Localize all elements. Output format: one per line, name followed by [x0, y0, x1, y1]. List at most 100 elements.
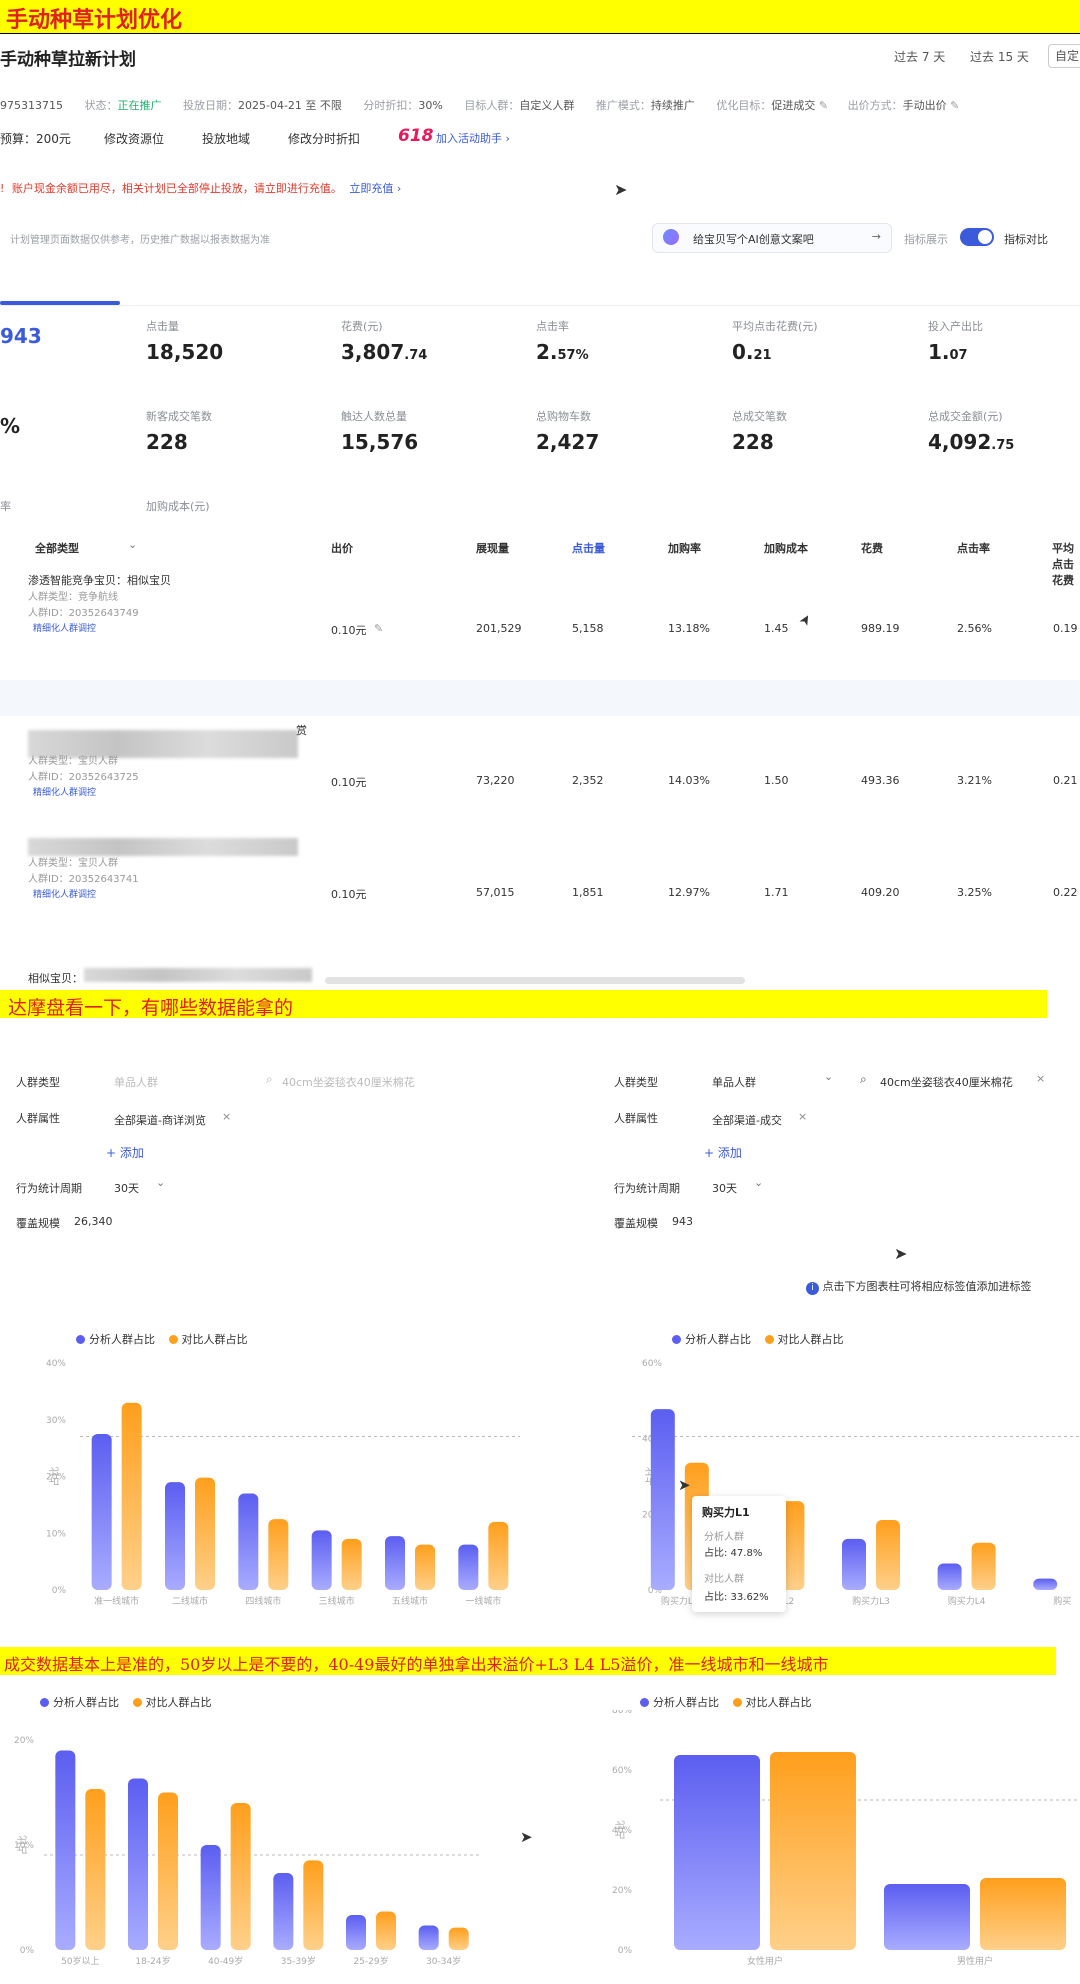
- range-7-days-button[interactable]: 过去 7 天: [894, 48, 945, 65]
- col-impressions[interactable]: 展现量: [476, 540, 509, 556]
- left-period-select[interactable]: 30天: [114, 1180, 139, 1196]
- table-row[interactable]: 渗透智能竞争宝贝：相似宝贝 人群类型：竞争航线 人群ID：20352643749 精细…: [0, 570, 1080, 680]
- bar-compare[interactable]: [415, 1544, 435, 1590]
- bar-analysis[interactable]: [458, 1544, 479, 1590]
- bar-analysis[interactable]: [842, 1538, 866, 1590]
- recharge-link[interactable]: 立即充值 ›: [349, 182, 401, 195]
- edit-goal-icon[interactable]: ✎: [819, 99, 828, 112]
- bar-analysis[interactable]: [650, 1409, 675, 1590]
- budget-text: 预算：200元: [0, 132, 71, 146]
- region-button[interactable]: 投放地域: [202, 130, 250, 147]
- y-tick-label: 10%: [46, 1529, 66, 1539]
- chevron-down-icon[interactable]: ⌄: [156, 1176, 165, 1189]
- promo-link[interactable]: 加入活动助手 ›: [436, 130, 510, 146]
- bar-compare[interactable]: [341, 1538, 362, 1590]
- col-spend[interactable]: 花费: [861, 540, 883, 556]
- bar-compare[interactable]: [230, 1803, 251, 1950]
- bar-compare[interactable]: [448, 1927, 469, 1950]
- bar-analysis[interactable]: [311, 1530, 332, 1590]
- bar-compare[interactable]: [121, 1402, 142, 1590]
- bar-analysis[interactable]: [1033, 1578, 1058, 1590]
- legend-dot-analysis: [640, 1698, 649, 1707]
- table-row[interactable]: 人群类型：宝贝人群 人群ID：20352643741 精细化人群调控 0.10元 57,…: [0, 838, 1080, 948]
- range-custom-button[interactable]: 自定: [1048, 44, 1080, 68]
- close-icon[interactable]: ×: [798, 1110, 807, 1123]
- metrics-divider: [0, 305, 1080, 306]
- fine-tune-link[interactable]: 精细化人群调控: [33, 887, 96, 900]
- bar-analysis[interactable]: [200, 1845, 221, 1950]
- bar-compare[interactable]: [303, 1860, 324, 1950]
- left-type-value[interactable]: 单品人群: [114, 1074, 158, 1090]
- col-type[interactable]: 全部类型: [35, 540, 79, 556]
- bar-analysis[interactable]: [346, 1915, 366, 1950]
- edit-resource-button[interactable]: 修改资源位: [104, 130, 164, 147]
- metric-value-main: %: [0, 414, 21, 438]
- bar-analysis[interactable]: [385, 1536, 405, 1590]
- compare-toggle[interactable]: [960, 228, 994, 246]
- chevron-down-icon[interactable]: ⌄: [128, 538, 137, 551]
- bar-analysis[interactable]: [165, 1482, 185, 1590]
- right-add-button[interactable]: + 添加: [704, 1144, 742, 1161]
- metric-card: 平均点击花费(元) 0.21: [732, 318, 912, 364]
- horizontal-scrollbar[interactable]: [325, 977, 745, 984]
- bar-compare[interactable]: [971, 1542, 996, 1590]
- right-period-select[interactable]: 30天: [712, 1180, 737, 1196]
- ai-copy-button[interactable]: 给宝贝写个AI创意文案吧 →: [652, 223, 892, 253]
- bar-analysis[interactable]: [884, 1884, 970, 1950]
- fine-tune-link[interactable]: 精细化人群调控: [33, 621, 96, 634]
- date-value: 2025-04-21 至 不限: [238, 99, 342, 112]
- col-clicks[interactable]: 点击量: [572, 540, 605, 556]
- left-search-text[interactable]: 40cm坐姿毯衣40厘米棉花: [282, 1074, 415, 1090]
- chevron-down-icon[interactable]: ⌄: [824, 1070, 833, 1083]
- y-tick-label: 60%: [612, 1766, 632, 1776]
- bar-analysis[interactable]: [418, 1925, 439, 1951]
- col-ctr[interactable]: 点击率: [957, 540, 990, 556]
- metric-label: 点击率: [536, 320, 569, 333]
- bar-compare[interactable]: [770, 1752, 856, 1950]
- bar-analysis[interactable]: [674, 1755, 760, 1950]
- cell-impr: 201,529: [476, 622, 522, 635]
- left-add-button[interactable]: + 添加: [106, 1144, 144, 1161]
- right-type-value[interactable]: 单品人群: [712, 1074, 756, 1090]
- cell-impr: 57,015: [476, 886, 515, 899]
- cell-ctr: 3.21%: [957, 774, 992, 787]
- bar-analysis[interactable]: [91, 1433, 112, 1590]
- compare-label: 指标对比: [1004, 233, 1048, 246]
- bar-analysis[interactable]: [937, 1563, 962, 1590]
- bar-analysis[interactable]: [238, 1493, 259, 1590]
- discount-value: 30%: [418, 99, 443, 112]
- chevron-down-icon[interactable]: ⌄: [754, 1176, 763, 1189]
- close-icon[interactable]: ×: [222, 1110, 231, 1123]
- bar-analysis[interactable]: [273, 1873, 294, 1950]
- bar-analysis[interactable]: [55, 1750, 76, 1951]
- edit-bid-icon[interactable]: ✎: [374, 622, 383, 635]
- bar-compare[interactable]: [980, 1878, 1066, 1950]
- fine-tune-link[interactable]: 精细化人群调控: [33, 785, 96, 798]
- range-15-days-button[interactable]: 过去 15 天: [970, 48, 1029, 65]
- bar-compare[interactable]: [85, 1789, 106, 1950]
- metric-card: 总成交笔数 228: [732, 408, 912, 454]
- tooltip-b-label: 对比人群: [704, 1574, 744, 1585]
- bar-compare[interactable]: [158, 1792, 178, 1951]
- cell-cpc: 0.22: [1053, 886, 1078, 899]
- data-note: 计划管理页面数据仅供参考，历史推广数据以报表数据为准: [10, 235, 270, 246]
- edit-discount-button[interactable]: 修改分时折扣: [288, 130, 360, 147]
- col-cart-cost[interactable]: 加购成本: [764, 540, 808, 556]
- bar-compare[interactable]: [268, 1519, 289, 1590]
- chart-tooltip: 购买力L1 分析人群 占比: 47.8% 对比人群 占比: 33.62%: [692, 1496, 786, 1612]
- bar-compare[interactable]: [876, 1520, 900, 1590]
- right-scale-label: 覆盖规模: [614, 1217, 658, 1230]
- edit-bid-icon[interactable]: ✎: [950, 99, 959, 112]
- table-row[interactable]: 赏人群类型：宝贝人群 人群ID：20352643725 精细化人群调控 0.10元 73…: [0, 720, 1080, 830]
- right-search-text[interactable]: 40cm坐姿毯衣40厘米棉花: [880, 1074, 1013, 1090]
- bar-analysis[interactable]: [128, 1778, 148, 1951]
- cell-cart-cost: 1.45: [764, 622, 789, 635]
- close-icon[interactable]: ×: [1036, 1072, 1045, 1085]
- y-tick-label: 20%: [14, 1736, 34, 1746]
- bar-compare[interactable]: [195, 1477, 215, 1590]
- legend-compare: 对比人群占比: [745, 1696, 812, 1709]
- metric-label: 触达人数总量: [341, 410, 407, 423]
- bar-compare[interactable]: [376, 1911, 396, 1951]
- bar-compare[interactable]: [488, 1521, 509, 1590]
- col-cart-rate[interactable]: 加购率: [668, 540, 701, 556]
